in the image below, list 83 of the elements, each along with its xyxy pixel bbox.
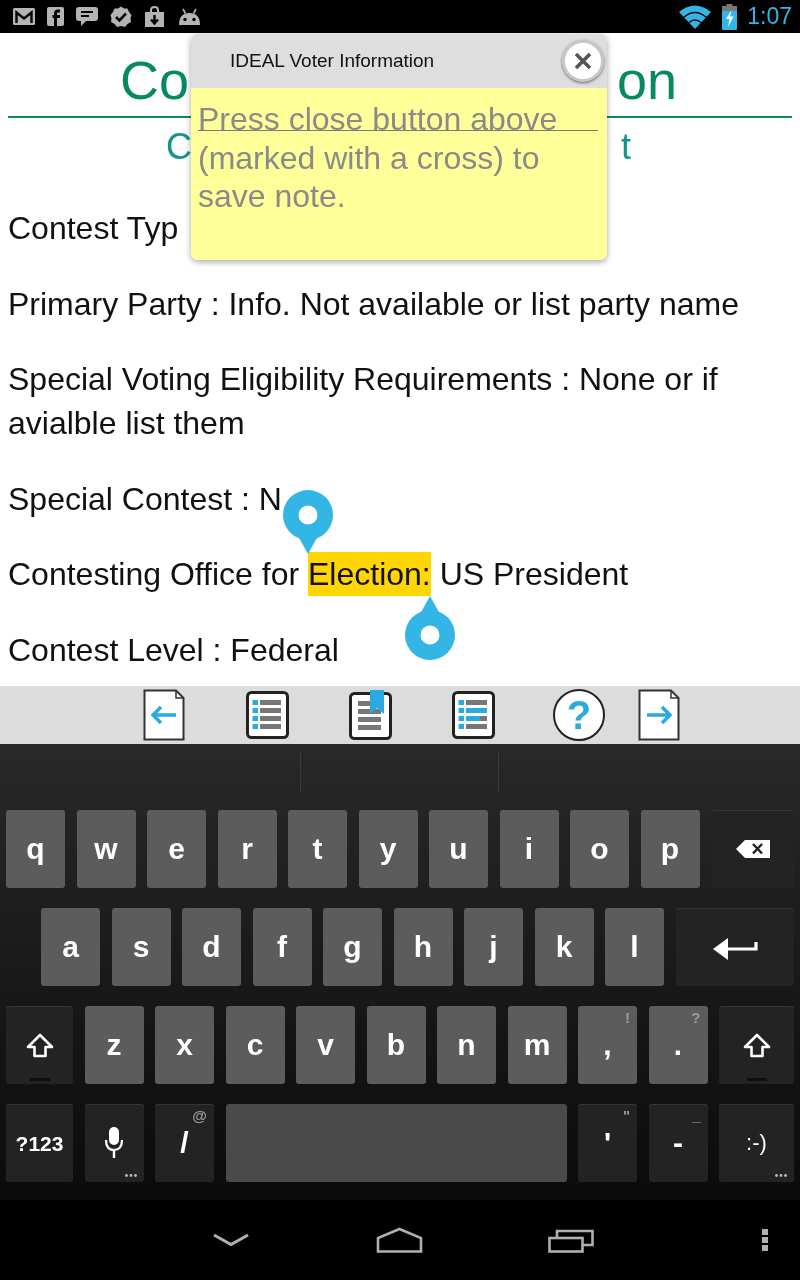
selection-handle[interactable] (404, 596, 455, 660)
info-text: Contest Typ (8, 209, 179, 248)
shift-key[interactable] (6, 1006, 73, 1084)
close-button[interactable] (562, 40, 604, 82)
keyboard-key[interactable]: o (570, 810, 629, 888)
title-text: on (616, 49, 677, 112)
more-dots-icon (124, 1174, 137, 1177)
chat-bubble-icon (75, 6, 99, 27)
home-icon[interactable] (376, 1227, 423, 1253)
keyboard-key[interactable]: j (464, 908, 523, 986)
chevron-down-icon[interactable] (212, 1233, 250, 1247)
keyboard-key[interactable]: , ! (578, 1006, 637, 1084)
keyboard-key[interactable]: g (323, 908, 382, 986)
selection-handle[interactable] (283, 490, 333, 554)
key-hint: _ (692, 1107, 701, 1124)
key-hint: " (622, 1107, 630, 1124)
microphone-key[interactable] (84, 1104, 144, 1182)
keyboard-key[interactable]: :-) (719, 1104, 794, 1182)
keyboard-key[interactable]: s (111, 908, 171, 986)
keyboard-key[interactable]: n (437, 1006, 496, 1084)
keyboard-key[interactable]: i (499, 810, 559, 888)
keyboard-key[interactable]: v (296, 1006, 355, 1084)
close-icon (574, 52, 592, 70)
keyboard-key[interactable]: c (225, 1006, 285, 1084)
keyboard-key[interactable]: ?123 (6, 1104, 73, 1182)
keyboard-key[interactable]: . ? (648, 1006, 708, 1084)
shift-icon (25, 1032, 54, 1058)
key-hint: @ (192, 1107, 207, 1124)
keyboard-key[interactable]: t (288, 810, 347, 888)
shift-key[interactable] (719, 1006, 794, 1084)
keyboard-key[interactable]: x (155, 1006, 214, 1084)
mail-icon (12, 7, 36, 26)
keyboard-key[interactable]: b (366, 1006, 426, 1084)
more-dots-icon (775, 1174, 787, 1177)
keyboard-key[interactable]: / @ (155, 1104, 214, 1182)
key-hint: ! (625, 1009, 630, 1026)
backspace-icon (734, 839, 771, 859)
microphone-icon (104, 1126, 124, 1160)
wifi-icon (678, 3, 713, 30)
clock-time: 1:07 (747, 5, 792, 28)
bookmarked-page-icon[interactable] (349, 690, 392, 740)
keyboard-key[interactable]: w (76, 810, 136, 888)
info-text: Special Contest : N (8, 479, 282, 519)
keyboard-key[interactable]: a (41, 908, 100, 986)
keyboard-key[interactable]: y (358, 810, 418, 888)
key-hint: ? (691, 1009, 701, 1026)
popup-title: IDEAL Voter Information (230, 48, 435, 73)
info-text: Contest Level : Federal (8, 630, 339, 670)
keyboard-key[interactable]: u (429, 810, 488, 888)
keyboard-key[interactable]: - _ (648, 1104, 708, 1182)
info-text: Contesting Office for Election: US President (8, 552, 629, 596)
list-icon[interactable] (246, 691, 289, 739)
page-arrow-right-icon[interactable] (638, 689, 680, 741)
keyboard-key[interactable]: p (640, 810, 700, 888)
menu-icon[interactable] (762, 1229, 768, 1251)
page-arrow-left-icon[interactable] (143, 689, 185, 741)
info-text: Special Voting Eligibility Requirements : None or if avialble list them (8, 360, 719, 443)
keyboard-key[interactable]: f (252, 908, 312, 986)
keyboard-key[interactable]: l (605, 908, 664, 986)
keyboard-key[interactable]: z (84, 1006, 144, 1084)
note-field[interactable]: Press close button above (marked with a cross) to save note. (191, 88, 607, 260)
shift-icon (742, 1032, 771, 1058)
download-icon (143, 5, 166, 28)
highlighted-list-icon[interactable] (452, 691, 495, 739)
keyboard-key[interactable]: ' " (578, 1104, 637, 1182)
battery-charging-icon (722, 3, 738, 30)
info-text: Primary Party : Info. Not available or list party name (8, 284, 739, 324)
subtitle-text: C (166, 125, 192, 169)
subtitle-text: t (621, 125, 631, 169)
keyboard-key[interactable]: r (217, 810, 277, 888)
selected-text[interactable]: Election: (308, 552, 431, 596)
robot-icon (177, 8, 202, 25)
title-text: Co (120, 49, 190, 112)
keyboard-key[interactable]: e (147, 810, 206, 888)
check-badge-icon (110, 5, 132, 28)
f-square-icon (47, 7, 64, 26)
keyboard-key[interactable]: d (182, 908, 241, 986)
keyboard-key[interactable]: q (6, 810, 65, 888)
recent-apps-icon[interactable] (548, 1227, 594, 1253)
keyboard-key[interactable]: h (393, 908, 453, 986)
keyboard-key[interactable]: k (534, 908, 594, 986)
enter-key[interactable] (675, 908, 794, 986)
keyboard-key[interactable]: m (507, 1006, 567, 1084)
